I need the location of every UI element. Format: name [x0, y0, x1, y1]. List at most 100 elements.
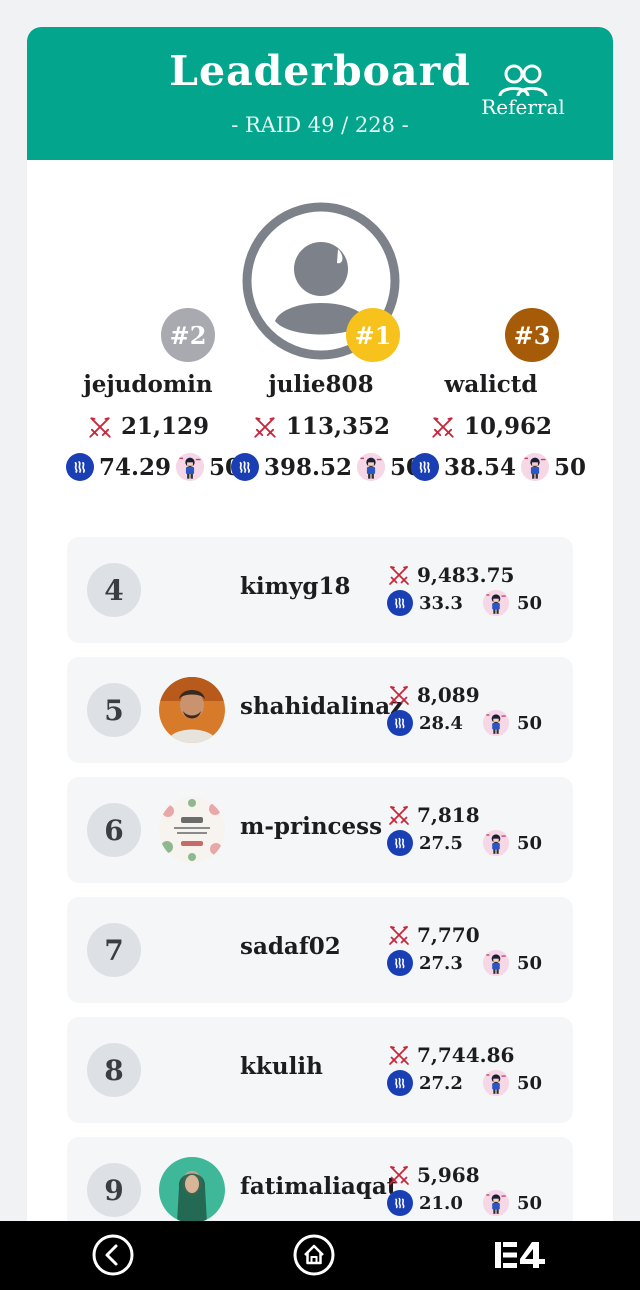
back-icon: [92, 1234, 134, 1276]
row-rewards: 21.0 50: [387, 1190, 542, 1216]
steem-value: 38.54: [444, 453, 517, 481]
leaderboard-header: Leaderboard - RAID 49 / 228 - Referral: [27, 27, 613, 160]
points-value: 5,968: [417, 1163, 480, 1187]
mascot-icon: [483, 710, 509, 736]
username[interactable]: m-princess: [240, 813, 382, 840]
rank-number: 6: [87, 803, 141, 857]
podium-points-1: 113,352: [241, 413, 401, 440]
row-rewards: 33.3 50: [387, 590, 542, 616]
points-value: 7,744.86: [417, 1043, 515, 1067]
crossed-swords-icon: [387, 683, 411, 707]
row-rewards: 27.3 50: [387, 950, 542, 976]
podium-points-value: 10,962: [463, 413, 553, 440]
crossed-swords-icon: [387, 563, 411, 587]
crossed-swords-icon: [252, 414, 278, 440]
mascot-count: 50: [517, 832, 543, 854]
avatar[interactable]: [159, 797, 225, 863]
row-points: 5,968: [387, 1163, 480, 1187]
rank-number: 4: [87, 563, 141, 617]
steem-value: 398.52: [264, 453, 353, 481]
points-value: 7,818: [417, 803, 480, 827]
username[interactable]: shahidalinaz: [240, 693, 403, 720]
row-points: 7,818: [387, 803, 480, 827]
mascot-icon: [176, 453, 205, 481]
avatar-photo: [159, 797, 225, 863]
podium-points-3: 10,962: [411, 413, 571, 440]
mascot-count: 50: [517, 1072, 543, 1094]
crossed-swords-icon: [87, 414, 113, 440]
rank-badge-3: #3: [505, 308, 559, 362]
steem-icon: [387, 1070, 413, 1096]
users-icon: [498, 64, 548, 97]
podium-points-value: 113,352: [285, 413, 391, 440]
home-button[interactable]: [292, 1233, 336, 1277]
row-rewards: 28.4 50: [387, 710, 542, 736]
crossed-swords-icon: [387, 923, 411, 947]
mascot-icon: [483, 830, 509, 856]
crossed-swords-icon: [387, 803, 411, 827]
username[interactable]: sadaf02: [240, 933, 341, 960]
rank-number: 5: [87, 683, 141, 737]
mascot-icon: [357, 453, 386, 481]
podium-rewards-2: 74.29 50: [66, 453, 241, 481]
row-points: 9,483.75: [387, 563, 514, 587]
mascot-count: 50: [517, 712, 543, 734]
mascot-count: 50: [517, 592, 543, 614]
leaderboard-row[interactable]: 5 shahidalinaz 8,089 28.4 50: [67, 657, 573, 763]
avatar-photo: [159, 1157, 225, 1223]
leaderboard-row[interactable]: 6 m-princess 7,818 27.5 50: [67, 777, 573, 883]
steem-value: 33.3: [419, 592, 463, 614]
crossed-swords-icon: [387, 1163, 411, 1187]
podium-name-3[interactable]: walictd: [411, 371, 571, 398]
row-rewards: 27.2 50: [387, 1070, 542, 1096]
username[interactable]: fatimaliaqat: [240, 1173, 397, 1200]
referral-button[interactable]: Referral: [473, 63, 573, 119]
steem-icon: [387, 950, 413, 976]
points-value: 7,770: [417, 923, 480, 947]
rank-number: 7: [87, 923, 141, 977]
steem-icon: [387, 710, 413, 736]
app-logo-button[interactable]: [493, 1233, 549, 1277]
home-icon: [293, 1234, 335, 1276]
mascot-icon: [483, 1190, 509, 1216]
username[interactable]: kkulih: [240, 1053, 323, 1080]
points-value: 9,483.75: [417, 563, 515, 587]
avatar[interactable]: [159, 1157, 225, 1223]
crossed-swords-icon: [387, 1043, 411, 1067]
steem-icon: [231, 453, 259, 481]
steem-icon: [66, 453, 94, 481]
steem-value: 74.29: [99, 453, 172, 481]
steem-value: 27.2: [419, 1072, 463, 1094]
podium-name-2[interactable]: jejudomin: [68, 371, 228, 398]
mascot-icon: [483, 590, 509, 616]
mascot-icon: [483, 1070, 509, 1096]
steem-value: 27.5: [419, 832, 463, 854]
app-logo-icon: [495, 1242, 545, 1268]
crossed-swords-icon: [430, 414, 456, 440]
mascot-icon: [521, 453, 550, 481]
referral-label: Referral: [481, 95, 565, 119]
mascot-count: 50: [517, 1192, 543, 1214]
mascot-count: 50: [554, 453, 587, 481]
podium-rewards-3: 38.54 50: [411, 453, 586, 481]
rank-number: 9: [87, 1163, 141, 1217]
podium-rewards-1: 398.52 50: [231, 453, 422, 481]
steem-icon: [387, 1190, 413, 1216]
leaderboard-row[interactable]: 7 sadaf02 7,770 27.3 50: [67, 897, 573, 1003]
bottom-nav-bar: [0, 1221, 640, 1290]
steem-icon: [411, 453, 439, 481]
steem-value: 21.0: [419, 1192, 463, 1214]
steem-icon: [387, 830, 413, 856]
leaderboard-card: Leaderboard - RAID 49 / 228 - Referral #…: [27, 27, 613, 1290]
row-points: 7,744.86: [387, 1043, 514, 1067]
username[interactable]: kimyg18: [240, 573, 350, 600]
steem-value: 28.4: [419, 712, 463, 734]
leaderboard-row[interactable]: 4 kimyg18 9,483.75 33.3 50: [67, 537, 573, 643]
leaderboard-row[interactable]: 8 kkulih 7,744.86 27.2 50: [67, 1017, 573, 1123]
rank-number: 8: [87, 1043, 141, 1097]
steem-value: 27.3: [419, 952, 463, 974]
podium-name-1[interactable]: julie808: [241, 371, 401, 398]
podium-points-2: 21,129: [68, 413, 228, 440]
avatar[interactable]: [159, 677, 225, 743]
back-button[interactable]: [91, 1233, 135, 1277]
